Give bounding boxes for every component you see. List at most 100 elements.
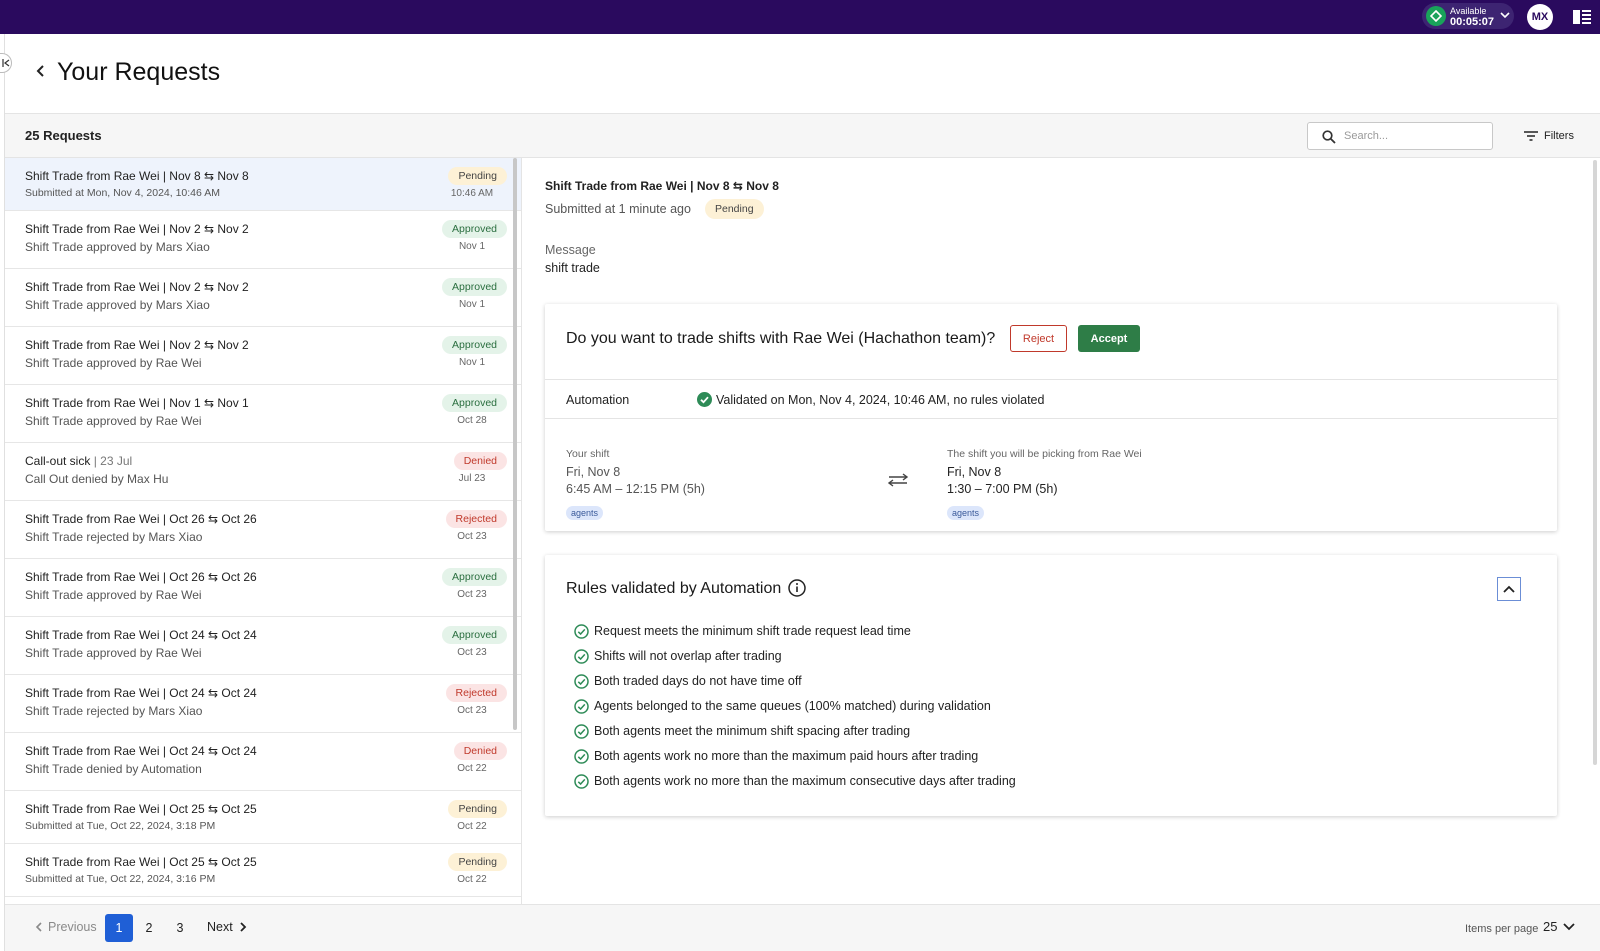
- check-circle-outline-icon: [574, 723, 589, 739]
- list-item[interactable]: Shift Trade from Rae Wei | Nov 2 ⇆ Nov 2…: [5, 211, 521, 269]
- reject-button[interactable]: Reject: [1010, 325, 1067, 352]
- your-shift-time: 6:45 AM – 12:15 PM (5h): [566, 482, 705, 496]
- list-item[interactable]: Shift Trade from Rae Wei | Nov 8 ⇆ Nov 8…: [5, 158, 521, 211]
- request-title-date: | 23 Jul: [93, 454, 133, 468]
- search-box[interactable]: [1307, 122, 1493, 150]
- accept-button[interactable]: Accept: [1078, 325, 1140, 352]
- rule-item: Agents belonged to the same queues (100%…: [574, 697, 991, 715]
- status-timer: 00:05:07: [1450, 15, 1495, 28]
- request-title-group: Call-out sick | 23 Jul: [25, 454, 132, 468]
- request-title: Shift Trade from Rae Wei | Nov 1 ⇆ Nov 1: [25, 396, 249, 410]
- request-detail-panel: Shift Trade from Rae Wei | Nov 8 ⇆ Nov 8…: [523, 158, 1600, 904]
- their-shift-tag: agents: [947, 506, 985, 520]
- rule-text: Both agents work no more than the maximu…: [594, 749, 979, 763]
- list-item[interactable]: Call-out sick | 23 Jul Call Out denied b…: [5, 443, 521, 501]
- status-badge: Pending: [448, 853, 507, 871]
- list-item[interactable]: Shift Trade from Rae Wei | Nov 1 ⇆ Nov 1…: [5, 385, 521, 443]
- collapse-rules-button[interactable]: [1497, 577, 1521, 601]
- detail-scrollbar[interactable]: [1593, 160, 1597, 765]
- request-subtitle: Submitted at Tue, Oct 22, 2024, 3:18 PM: [25, 820, 216, 832]
- request-subtitle: Shift Trade approved by Rae Wei: [25, 588, 202, 602]
- request-date: Nov 1: [458, 357, 486, 368]
- back-button[interactable]: [31, 61, 51, 81]
- request-title: Call-out sick: [25, 454, 91, 468]
- request-date: Oct 23: [457, 531, 487, 542]
- pagination-bar: Previous 1 2 3 Next Items per page 25: [5, 904, 1600, 951]
- request-date: Oct 23: [457, 647, 487, 658]
- chevron-left-icon: [36, 65, 44, 77]
- chevron-right-icon: [240, 922, 246, 932]
- items-per-page-label: Items per page: [1465, 923, 1539, 935]
- list-item[interactable]: Shift Trade from Rae Wei | Oct 24 ⇆ Oct …: [5, 617, 521, 675]
- status-badge: Approved: [442, 220, 507, 238]
- list-item[interactable]: Shift Trade from Rae Wei | Nov 2 ⇆ Nov 2…: [5, 269, 521, 327]
- your-shift-tag: agents: [566, 506, 604, 520]
- availability-status-dropdown[interactable]: Available 00:05:07: [1422, 3, 1514, 29]
- request-date: Oct 22: [457, 763, 487, 774]
- request-subtitle: Shift Trade approved by Rae Wei: [25, 356, 202, 370]
- automation-label: Automation: [566, 393, 630, 407]
- status-badge: Rejected: [445, 684, 507, 702]
- items-per-page-value: 25: [1543, 919, 1558, 934]
- chevron-left-icon: [35, 922, 42, 932]
- filters-button[interactable]: Filters: [1524, 126, 1574, 146]
- items-per-page-select[interactable]: 25: [1543, 919, 1576, 934]
- request-date: Oct 23: [457, 589, 487, 600]
- check-circle-outline-icon: [574, 773, 589, 789]
- filters-label: Filters: [1544, 130, 1574, 142]
- request-title: Shift Trade from Rae Wei | Nov 8 ⇆ Nov 8: [25, 169, 249, 183]
- next-page-button[interactable]: Next: [207, 920, 247, 934]
- request-subtitle: Shift Trade approved by Rae Wei: [25, 414, 202, 428]
- message-text: shift trade: [545, 261, 600, 275]
- request-date: Nov 1: [458, 241, 486, 252]
- trade-question: Do you want to trade shifts with Rae Wei…: [566, 330, 996, 347]
- check-circle-outline-icon: [574, 673, 589, 689]
- request-date: Jul 23: [458, 473, 486, 484]
- check-circle-outline-icon: [574, 623, 589, 639]
- list-item[interactable]: Shift Trade from Rae Wei | Oct 25 ⇆ Oct …: [5, 844, 521, 897]
- status-badge: Approved: [442, 336, 507, 354]
- request-subtitle: Submitted at Mon, Nov 4, 2024, 10:46 AM: [25, 187, 220, 199]
- page-button-1[interactable]: 1: [105, 914, 133, 942]
- avatar[interactable]: MX: [1527, 4, 1553, 30]
- search-input[interactable]: [1344, 127, 1484, 145]
- previous-page-button[interactable]: Previous: [35, 920, 97, 934]
- rule-item: Both traded days do not have time off: [574, 672, 802, 690]
- previous-label: Previous: [48, 920, 97, 934]
- list-item[interactable]: Shift Trade from Rae Wei | Oct 26 ⇆ Oct …: [5, 559, 521, 617]
- request-subtitle: Submitted at Tue, Oct 22, 2024, 3:16 PM: [25, 873, 216, 885]
- rules-title: Rules validated by Automation: [566, 580, 782, 597]
- request-subtitle: Shift Trade approved by Rae Wei: [25, 646, 202, 660]
- rule-item: Both agents work no more than the maximu…: [574, 772, 1016, 790]
- request-subtitle: Shift Trade rejected by Mars Xiao: [25, 530, 203, 544]
- request-count: 25 Requests: [25, 128, 102, 143]
- search-icon: [1322, 130, 1336, 144]
- list-item[interactable]: Shift Trade from Rae Wei | Oct 24 ⇆ Oct …: [5, 675, 521, 733]
- page-button-3[interactable]: 3: [166, 914, 194, 942]
- check-circle-outline-icon: [574, 748, 589, 764]
- list-item[interactable]: Shift Trade from Rae Wei | Nov 2 ⇆ Nov 2…: [5, 327, 521, 385]
- request-subtitle: Shift Trade approved by Mars Xiao: [25, 298, 210, 312]
- list-item[interactable]: Shift Trade from Rae Wei | Oct 26 ⇆ Oct …: [5, 501, 521, 559]
- page-button-2[interactable]: 2: [135, 914, 163, 942]
- status-label: Available: [1450, 5, 1487, 16]
- app-menu-icon[interactable]: [1573, 9, 1591, 25]
- status-badge: Approved: [442, 626, 507, 644]
- rule-text: Both traded days do not have time off: [594, 674, 802, 688]
- request-subtitle: Shift Trade approved by Mars Xiao: [25, 240, 210, 254]
- list-item[interactable]: Shift Trade from Rae Wei | Oct 24 ⇆ Oct …: [5, 733, 521, 791]
- status-badge: Approved: [442, 278, 507, 296]
- rule-text: Both agents work no more than the maximu…: [594, 774, 1016, 788]
- list-item[interactable]: Shift Trade from Rae Wei | Oct 25 ⇆ Oct …: [5, 791, 521, 844]
- rule-text: Request meets the minimum shift trade re…: [594, 624, 911, 638]
- info-icon[interactable]: [788, 579, 806, 597]
- automation-row: Automation Validated on Mon, Nov 4, 2024…: [545, 379, 1557, 419]
- request-title: Shift Trade from Rae Wei | Nov 2 ⇆ Nov 2: [25, 222, 249, 236]
- request-date: Oct 22: [457, 874, 487, 885]
- request-subtitle: Shift Trade denied by Automation: [25, 762, 202, 776]
- detail-title: Shift Trade from Rae Wei | Nov 8 ⇆ Nov 8: [545, 179, 779, 193]
- check-circle-outline-icon: [574, 698, 589, 714]
- request-title: Shift Trade from Rae Wei | Oct 25 ⇆ Oct …: [25, 855, 257, 869]
- check-circle-outline-icon: [574, 648, 589, 664]
- list-scrollbar[interactable]: [513, 158, 517, 730]
